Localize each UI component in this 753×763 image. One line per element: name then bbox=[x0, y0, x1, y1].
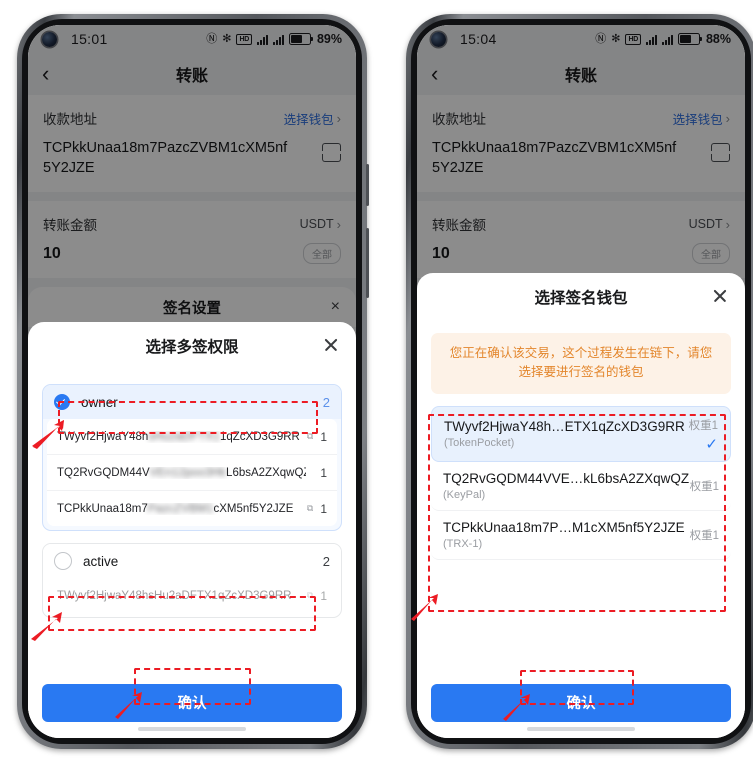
confirm-button[interactable]: 确认 bbox=[431, 684, 731, 722]
permission-card-active[interactable]: active 2 TWyvf2HjwaY48hsHu2aDFTX1qZcXD3G… bbox=[42, 543, 342, 618]
close-icon[interactable] bbox=[322, 336, 340, 354]
list-item[interactable]: TWyvf2HjwaY48hsHu2aDFTX1qZcXD3G9RR ⧉ 1 bbox=[47, 578, 337, 613]
wallet-meta: 权重1 ✓ bbox=[689, 416, 718, 452]
address-text: TWyvf2HjwaY48hsHu2aDFTX11qZcXD3G9RR bbox=[57, 430, 300, 443]
copy-icon[interactable]: ⧉ bbox=[307, 431, 313, 442]
wallet-option-partial[interactable] bbox=[431, 560, 731, 596]
address-text: TWyvf2HjwaY48hsHu2aDFTX1qZcXD3G9RR bbox=[57, 589, 292, 602]
phone-side-button-volume-up[interactable] bbox=[366, 164, 369, 206]
address-weight: 1 bbox=[320, 501, 327, 516]
wallet-wrap: TWyvf2HjwaY48h…ETX1qZcXD3G9RR (TokenPock… bbox=[417, 394, 745, 596]
wallet-meta: 权重1 bbox=[690, 477, 719, 495]
address-weight: 1 bbox=[320, 465, 327, 480]
permission-card-owner[interactable]: owner 2 TWyvf2HjwaY48hsHu2aDFTX11qZcXD3G… bbox=[42, 384, 342, 531]
wallet-address: TWyvf2HjwaY48h…ETX1qZcXD3G9RR bbox=[444, 418, 685, 434]
modal-title: 选择签名钱包 bbox=[534, 290, 628, 307]
permission-list[interactable]: owner 2 TWyvf2HjwaY48hsHu2aDFTX11qZcXD3G… bbox=[28, 370, 356, 674]
phone-side-button-volume-down[interactable] bbox=[366, 228, 369, 298]
permission-address-list: TWyvf2HjwaY48hsHu2aDFTX1qZcXD3G9RR ⧉ 1 bbox=[47, 578, 337, 613]
select-multisig-permission-modal: 选择多签权限 owner 2 TWyvf2HjwaY48hsHu2aDFTX11… bbox=[28, 322, 356, 738]
phone-screen-right: 15:04 Ⓝ ✻ HD 88% ‹ 转账 收款地址 选择钱包 › TCPkkU… bbox=[417, 25, 745, 738]
permission-name: active bbox=[83, 553, 119, 569]
permission-threshold: 2 bbox=[322, 394, 330, 410]
wallet-option[interactable]: TQ2RvGQDM44VVE…kL6bsA2ZXqwQZ (KeyPal) 权重… bbox=[431, 462, 731, 511]
modal-title: 选择多签权限 bbox=[145, 339, 239, 356]
phone-screen-left: 15:01 Ⓝ ✻ HD 89% ‹ 转账 收款地址 选择钱包 › TCPkkU… bbox=[28, 25, 356, 738]
wallet-meta: 权重1 bbox=[690, 526, 719, 544]
permission-wrap: owner 2 TWyvf2HjwaY48hsHu2aDFTX11qZcXD3G… bbox=[28, 370, 356, 618]
wallet-info: TWyvf2HjwaY48h…ETX1qZcXD3G9RR (TokenPock… bbox=[444, 418, 685, 449]
wallet-tag: (TokenPocket) bbox=[444, 436, 515, 449]
confirm-button[interactable]: 确认 bbox=[42, 684, 342, 722]
wallet-weight: 权重1 bbox=[689, 480, 719, 493]
permission-threshold: 2 bbox=[322, 553, 330, 569]
checkbox-unchecked-icon[interactable] bbox=[54, 552, 72, 570]
modal-header: 选择签名钱包 bbox=[417, 273, 745, 321]
copy-icon[interactable]: ⧉ bbox=[307, 503, 313, 514]
wallet-tag: (TRX-1) bbox=[443, 537, 483, 550]
list-item[interactable]: TWyvf2HjwaY48hsHu2aDFTX11qZcXD3G9RR ⧉ 1 bbox=[47, 419, 337, 454]
screenshot-canvas: 15:01 Ⓝ ✻ HD 89% ‹ 转账 收款地址 选择钱包 › TCPkkU… bbox=[0, 0, 753, 763]
check-icon: ✓ bbox=[705, 435, 718, 453]
signing-notice: 您正在确认该交易，这个过程发生在链下，请您选择要进行签名的钱包 bbox=[431, 333, 731, 394]
wallet-list[interactable]: 您正在确认该交易，这个过程发生在链下，请您选择要进行签名的钱包 TWyvf2Hj… bbox=[417, 321, 745, 674]
address-weight: 1 bbox=[320, 588, 327, 603]
phone-left: 15:01 Ⓝ ✻ HD 89% ‹ 转账 收款地址 选择钱包 › TCPkkU… bbox=[17, 14, 369, 749]
copy-icon[interactable]: ⧉ bbox=[307, 590, 313, 601]
wallet-info: TQ2RvGQDM44VVE…kL6bsA2ZXqwQZ (KeyPal) bbox=[443, 470, 690, 501]
wallet-weight: 权重1 bbox=[689, 529, 719, 542]
wallet-option[interactable]: TWyvf2HjwaY48h…ETX1qZcXD3G9RR (TokenPock… bbox=[431, 405, 731, 462]
phone-right: 15:04 Ⓝ ✻ HD 88% ‹ 转账 收款地址 选择钱包 › TCPkkU… bbox=[406, 14, 753, 749]
permission-name: owner bbox=[81, 394, 118, 410]
wallet-tag: (KeyPal) bbox=[443, 488, 486, 501]
select-signing-wallet-modal: 选择签名钱包 您正在确认该交易，这个过程发生在链下，请您选择要进行签名的钱包 T… bbox=[417, 273, 745, 738]
list-item[interactable]: TQ2RvGQDM44VVEn12poo3HkL6bsA2ZXqwQZ 1 bbox=[47, 454, 337, 490]
address-weight: 1 bbox=[320, 429, 327, 444]
home-indicator[interactable] bbox=[138, 727, 246, 731]
checkbox-checked-icon[interactable] bbox=[54, 394, 70, 410]
permission-address-list: TWyvf2HjwaY48hsHu2aDFTX11qZcXD3G9RR ⧉ 1 … bbox=[47, 419, 337, 526]
list-item[interactable]: TCPkkUnaa18m7PazcZVBM1cXM5nf5Y2JZE ⧉ 1 bbox=[47, 490, 337, 526]
address-text: TCPkkUnaa18m7PazcZVBM1cXM5nf5Y2JZE bbox=[57, 502, 294, 515]
wallet-address: TCPkkUnaa18m7P…M1cXM5nf5Y2JZE bbox=[443, 519, 685, 535]
permission-header[interactable]: owner 2 bbox=[43, 385, 341, 419]
permission-header[interactable]: active 2 bbox=[43, 544, 341, 578]
wallet-info: TCPkkUnaa18m7P…M1cXM5nf5Y2JZE (TRX-1) bbox=[443, 519, 685, 550]
address-text: TQ2RvGQDM44VVEn12poo3HkL6bsA2ZXqwQZ bbox=[57, 466, 307, 479]
home-indicator[interactable] bbox=[527, 727, 635, 731]
wallet-option[interactable]: TCPkkUnaa18m7P…M1cXM5nf5Y2JZE (TRX-1) 权重… bbox=[431, 511, 731, 560]
close-icon[interactable] bbox=[711, 287, 729, 305]
wallet-address: TQ2RvGQDM44VVE…kL6bsA2ZXqwQZ bbox=[443, 470, 690, 486]
modal-header: 选择多签权限 bbox=[28, 322, 356, 370]
wallet-weight: 权重1 bbox=[688, 419, 718, 432]
